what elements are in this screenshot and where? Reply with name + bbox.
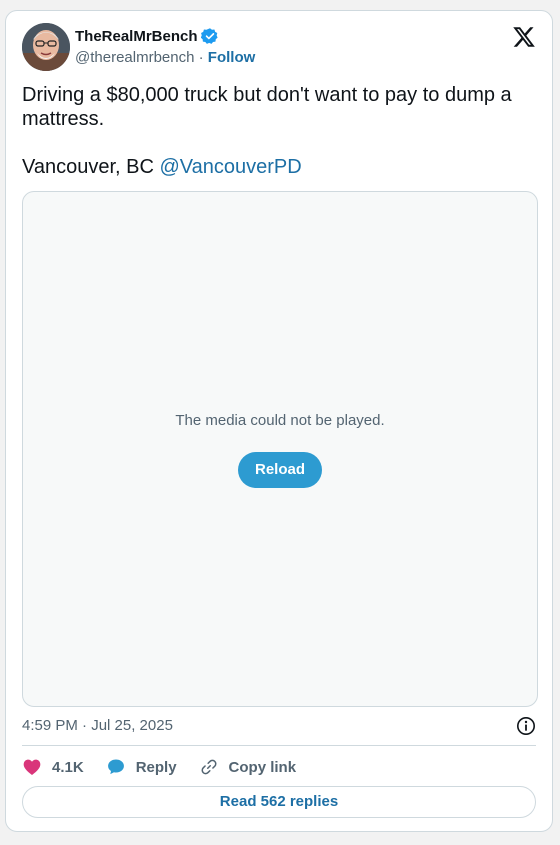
reply-button[interactable]: Reply xyxy=(106,757,177,777)
read-replies-button[interactable]: Read 562 replies xyxy=(22,786,536,818)
avatar[interactable] xyxy=(22,23,70,71)
timestamp-row: 4:59 PM · Jul 25, 2025 xyxy=(22,714,536,738)
follow-button[interactable]: Follow xyxy=(208,49,256,66)
info-icon[interactable] xyxy=(516,716,536,736)
location-text: Vancouver, BC xyxy=(22,156,160,178)
display-name[interactable]: TheRealMrBench xyxy=(75,28,198,45)
handle-separator: · xyxy=(194,49,208,66)
copy-link-button[interactable]: Copy link xyxy=(199,757,297,777)
reply-bubble-icon xyxy=(107,759,124,775)
copy-link-label: Copy link xyxy=(228,758,297,776)
user-names: TheRealMrBench @therealmrbench · Follow xyxy=(75,26,255,68)
link-icon xyxy=(201,759,217,775)
media-container: The media could not be played. Reload xyxy=(22,191,538,707)
mention-link[interactable]: @VancouverPD xyxy=(159,156,301,178)
text-spacer xyxy=(22,131,532,155)
reply-label: Reply xyxy=(135,758,177,776)
handle[interactable]: @therealmrbench xyxy=(75,49,194,66)
tweet-text-line2: Vancouver, BC @VancouverPD xyxy=(22,155,532,179)
verified-badge-icon xyxy=(200,28,218,44)
tweet-card: TheRealMrBench @therealmrbench · Follow … xyxy=(5,10,553,832)
reload-button[interactable]: Reload xyxy=(238,452,322,488)
divider xyxy=(22,745,536,746)
action-bar: 4.1K Reply Copy link xyxy=(22,755,536,779)
like-button[interactable]: 4.1K xyxy=(22,757,84,777)
handle-row: @therealmrbench · Follow xyxy=(75,48,255,68)
media-error-message: The media could not be played. xyxy=(175,412,385,429)
heart-icon xyxy=(23,759,41,775)
timestamp[interactable]: 4:59 PM · Jul 25, 2025 xyxy=(22,717,173,734)
tweet-text-line1: Driving a $80,000 truck but don't want t… xyxy=(22,84,512,130)
like-count: 4.1K xyxy=(52,758,84,776)
tweet-text: Driving a $80,000 truck but don't want t… xyxy=(22,83,532,179)
display-name-row: TheRealMrBench xyxy=(75,26,255,46)
x-logo-icon[interactable] xyxy=(512,25,536,49)
tweet-header: TheRealMrBench @therealmrbench · Follow xyxy=(22,23,536,73)
